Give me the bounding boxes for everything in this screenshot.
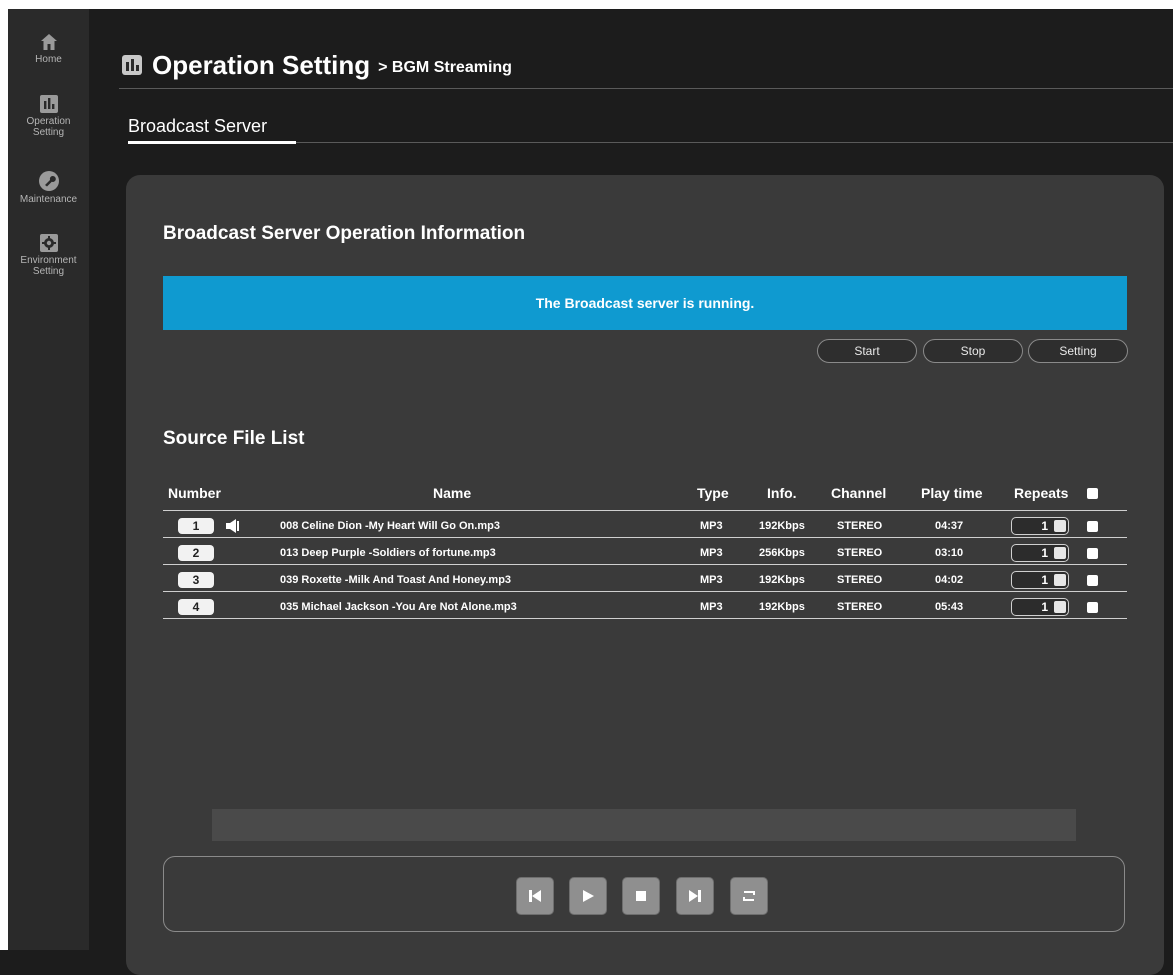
- spinner-icon[interactable]: [1054, 520, 1066, 532]
- file-channel: STEREO: [837, 574, 883, 586]
- repeats-stepper[interactable]: 1: [1011, 598, 1069, 616]
- next-button[interactable]: [676, 877, 714, 915]
- repeats-stepper[interactable]: 1: [1011, 544, 1069, 562]
- table-divider: [163, 564, 1127, 565]
- spinner-icon[interactable]: [1054, 547, 1066, 559]
- file-type: MP3: [700, 520, 723, 532]
- sidebar-item-environment-setting[interactable]: Environment Setting: [8, 234, 89, 277]
- sidebar-item-label: Environment Setting: [20, 255, 77, 277]
- stop-playback-button[interactable]: [622, 877, 660, 915]
- playback-progress-bar[interactable]: [212, 809, 1076, 841]
- row-number-button[interactable]: 2: [178, 545, 214, 561]
- tab-active-indicator: [128, 141, 296, 144]
- file-play-time: 04:02: [935, 574, 964, 586]
- play-button[interactable]: [569, 877, 607, 915]
- tab-broadcast-server[interactable]: Broadcast Server: [128, 116, 267, 137]
- sidebar-item-operation-setting[interactable]: Operation Setting: [8, 95, 89, 138]
- table-divider: [163, 537, 1127, 538]
- main-content: Operation Setting > BGM Streaming Broadc…: [89, 9, 1173, 975]
- table-divider: [163, 510, 1127, 511]
- section-title-operation: Broadcast Server Operation Information: [163, 223, 526, 244]
- sidebar-item-label: Home: [35, 54, 62, 65]
- play-icon: [583, 890, 594, 902]
- speaker-icon: [226, 519, 239, 533]
- file-type: MP3: [700, 574, 723, 586]
- column-header-type: Type: [697, 485, 729, 501]
- spinner-icon[interactable]: [1054, 574, 1066, 586]
- sidebar: Home Operation Setting Maintenance Envir…: [8, 9, 89, 950]
- file-channel: STEREO: [837, 520, 883, 532]
- previous-button[interactable]: [516, 877, 554, 915]
- row-number-button[interactable]: 1: [178, 518, 214, 534]
- page-title: Operation Setting: [152, 49, 371, 80]
- row-number-button[interactable]: 3: [178, 572, 214, 588]
- spinner-icon[interactable]: [1054, 601, 1066, 613]
- bar-chart-icon: [122, 55, 142, 75]
- setting-button[interactable]: Setting: [1028, 339, 1128, 363]
- sidebar-item-label: Maintenance: [19, 194, 78, 205]
- gear-icon: [39, 234, 58, 252]
- repeats-stepper[interactable]: 1: [1011, 517, 1069, 535]
- row-checkbox[interactable]: [1087, 575, 1098, 586]
- repeat-icon: [743, 891, 755, 901]
- row-checkbox[interactable]: [1087, 602, 1098, 613]
- file-name: 013 Deep Purple -Soldiers of fortune.mp3: [280, 547, 496, 559]
- column-header-channel: Channel: [831, 485, 887, 501]
- home-icon: [40, 34, 57, 50]
- page-header: Operation Setting > BGM Streaming: [122, 49, 512, 81]
- sidebar-item-maintenance[interactable]: Maintenance: [8, 171, 89, 205]
- file-type: MP3: [700, 601, 723, 613]
- window-top-border: [0, 0, 1173, 9]
- stop-button[interactable]: Stop: [923, 339, 1023, 363]
- repeats-stepper[interactable]: 1: [1011, 571, 1069, 589]
- file-type: MP3: [700, 547, 723, 559]
- file-info: 192Kbps: [759, 601, 805, 613]
- stop-icon: [636, 891, 646, 901]
- row-checkbox[interactable]: [1087, 521, 1098, 532]
- file-channel: STEREO: [837, 601, 883, 613]
- row-checkbox[interactable]: [1087, 548, 1098, 559]
- column-header-repeats: Repeats: [1014, 485, 1069, 501]
- file-play-time: 04:37: [935, 520, 964, 532]
- select-all-checkbox[interactable]: [1087, 488, 1098, 499]
- divider: [296, 142, 1173, 143]
- content-panel: Broadcast Server Operation Information T…: [126, 175, 1164, 975]
- next-icon: [689, 890, 701, 902]
- file-name: 039 Roxette -Milk And Toast And Honey.mp…: [280, 574, 512, 586]
- previous-icon: [529, 890, 541, 902]
- column-header-name: Name: [433, 485, 472, 501]
- file-channel: STEREO: [837, 547, 883, 559]
- file-play-time: 03:10: [935, 547, 964, 559]
- sidebar-item-home[interactable]: Home: [8, 33, 89, 65]
- file-info: 192Kbps: [759, 574, 805, 586]
- wrench-icon: [38, 171, 59, 191]
- row-number-button[interactable]: 4: [178, 599, 214, 615]
- column-header-number: Number: [168, 485, 221, 501]
- table-divider: [163, 591, 1127, 592]
- sidebar-item-label: Operation Setting: [26, 116, 71, 138]
- status-banner: The Broadcast server is running.: [163, 276, 1127, 330]
- window-left-border: [0, 9, 8, 950]
- file-info: 256Kbps: [759, 547, 805, 559]
- table-divider: [163, 618, 1127, 619]
- repeat-button[interactable]: [730, 877, 768, 915]
- file-play-time: 05:43: [935, 601, 964, 613]
- section-title-source-list: Source File List: [163, 428, 305, 449]
- divider: [119, 88, 1173, 89]
- player-controls: [163, 856, 1125, 932]
- start-button[interactable]: Start: [817, 339, 917, 363]
- column-header-info: Info.: [767, 485, 797, 501]
- breadcrumb: > BGM Streaming: [378, 59, 512, 76]
- file-name: 035 Michael Jackson -You Are Not Alone.m…: [280, 601, 517, 613]
- column-header-play-time: Play time: [921, 485, 983, 501]
- file-info: 192Kbps: [759, 520, 805, 532]
- file-name: 008 Celine Dion -My Heart Will Go On.mp3: [280, 520, 500, 532]
- bar-chart-icon: [39, 95, 58, 113]
